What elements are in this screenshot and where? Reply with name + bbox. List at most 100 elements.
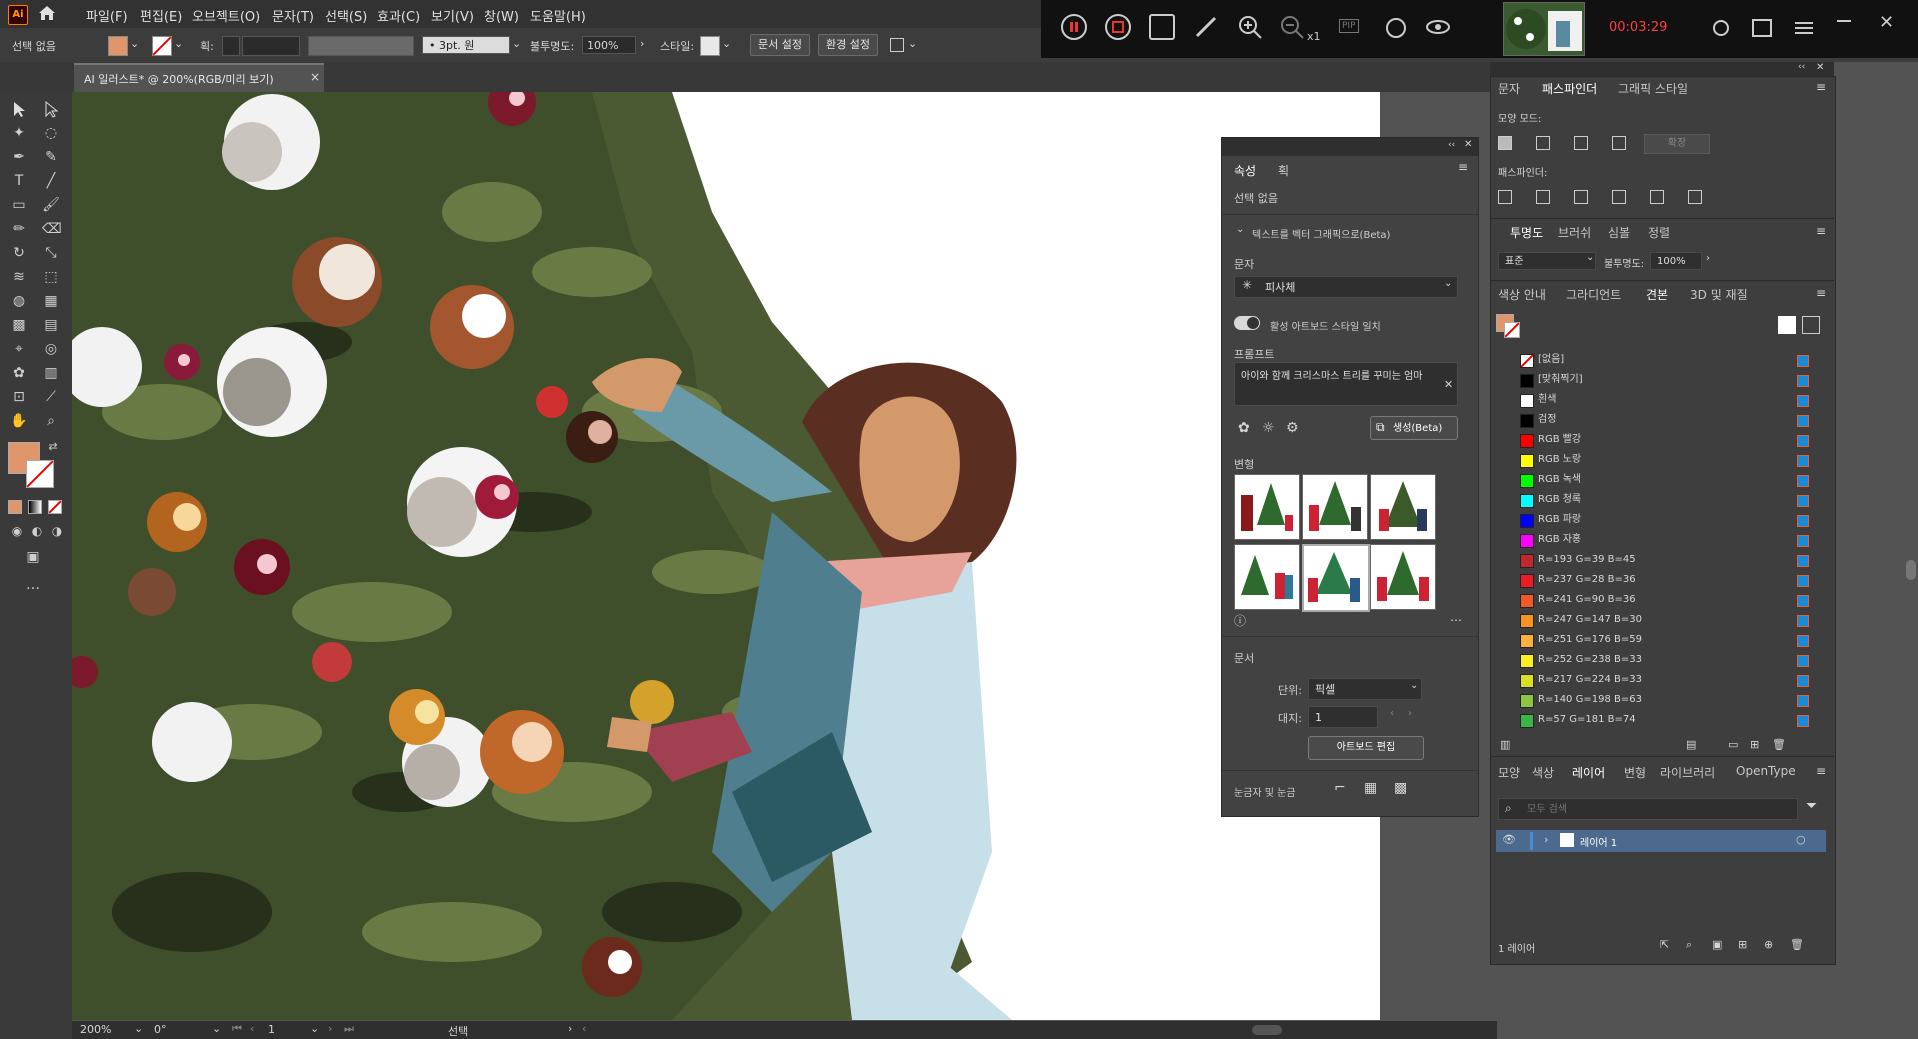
tab-stroke[interactable]: 획 [1278,162,1289,179]
chevron-down-icon[interactable]: ⌄ [1444,278,1452,289]
mesh-tool-icon[interactable]: ▩ [10,316,28,334]
intersect-icon[interactable] [1574,136,1588,150]
chevron-right-icon[interactable]: › [1544,833,1548,846]
last-artboard-icon[interactable]: ⏭ [344,1022,354,1036]
scroll-left-icon[interactable]: ‹ [582,1022,586,1035]
type-tool-icon[interactable]: T [10,172,28,190]
panel-menu-icon[interactable]: ≡ [1458,160,1468,174]
tab-gradient[interactable]: 그라디언트 [1566,286,1621,303]
swatch-row[interactable]: R=57 G=181 B=74 [1503,710,1823,730]
blend-tool-icon[interactable]: ◎ [42,340,60,358]
prev-artboard-icon[interactable]: ‹ [1390,708,1394,719]
tab-appearance[interactable]: 모양 [1498,764,1520,781]
settings-icon[interactable]: ⚙ [1286,420,1299,436]
close-icon[interactable]: ✕ [1464,139,1472,150]
rotation-field[interactable]: 0° [154,1023,167,1036]
next-artboard-icon[interactable]: › [1408,708,1412,719]
menu-view[interactable]: 보기(V) [431,6,474,25]
camera-icon[interactable] [1149,14,1175,40]
gradient-tool-icon[interactable]: ▤ [42,316,60,334]
variation-thumbnail[interactable] [1302,474,1368,540]
arrange-icon[interactable] [890,38,904,52]
direct-selection-tool-icon[interactable] [42,100,60,118]
locate-icon[interactable]: ⌕ [1686,938,1692,952]
document-tab[interactable]: AI 일러스트* @ 200%(RGB/미리 보기) × [74,63,324,93]
warp-tool-icon[interactable]: ≋ [10,268,28,286]
swatch-row[interactable]: R=247 G=147 B=30 [1503,610,1823,630]
prev-artboard-icon[interactable]: ‹ [250,1022,254,1035]
swatch-row[interactable]: RGB 빨강 [1503,430,1823,450]
swatch-row[interactable]: R=140 G=198 B=63 [1503,690,1823,710]
tab-libraries[interactable]: 라이브러리 [1660,764,1715,781]
panel-menu-icon[interactable]: ≡ [1816,764,1826,778]
chevron-down-icon[interactable]: ⌄ [722,37,731,50]
panel-menu-icon[interactable]: ≡ [1816,224,1826,238]
blend-mode-dropdown[interactable]: 표준 [1498,252,1596,270]
tab-color[interactable]: 색상 [1532,764,1554,781]
swatch-row[interactable]: R=217 G=224 B=33 [1503,670,1823,690]
tab-layers[interactable]: 레이어 [1572,764,1605,781]
menu-object[interactable]: 오브젝트(O) [192,6,260,25]
swatch-row[interactable]: R=241 G=90 B=36 [1503,590,1823,610]
symbol-sprayer-icon[interactable]: ✿ [10,364,28,382]
variation-thumbnail[interactable] [1234,474,1300,540]
layers-search-input[interactable] [1525,801,1789,817]
menu-type[interactable]: 문자(T) [272,6,314,25]
export-icon[interactable]: ⇱ [1660,938,1669,951]
free-transform-icon[interactable]: ⬚ [42,268,60,286]
stroke-stepper[interactable] [222,36,240,56]
clipping-mask-icon[interactable]: ▣ [1712,938,1722,951]
selection-tool-icon[interactable] [10,100,28,118]
new-sublayer-icon[interactable]: ⊞ [1738,938,1747,951]
opacity-field[interactable]: 100% [1650,252,1702,270]
shape-builder-icon[interactable]: ◍ [10,292,28,310]
fill-swatch[interactable] [108,36,128,56]
ruler-icon[interactable]: ⌐ [1334,780,1346,796]
tab-properties[interactable]: 속성 [1234,162,1256,179]
more-options-icon[interactable]: … [1450,610,1462,624]
tab-opentype[interactable]: OpenType [1736,764,1796,778]
preferences-button[interactable]: 환경 설정 [818,34,878,56]
chevron-down-icon[interactable]: ⌄ [310,1022,319,1035]
collapse-icon[interactable]: ‹‹ [1798,62,1805,72]
target-icon[interactable]: ○ [1796,833,1806,846]
zoom-field[interactable]: 200% [80,1023,111,1036]
eraser-icon[interactable]: ⌫ [42,220,62,238]
artboard-select[interactable]: 1 [1308,706,1378,728]
home-icon[interactable] [38,5,56,21]
new-layer-icon[interactable]: ⊕ [1764,938,1773,951]
tab-swatches[interactable]: 견본 [1646,286,1668,303]
clear-icon[interactable]: ✕ [1444,378,1453,391]
gradient-mode-icon[interactable] [28,500,42,514]
expand-button[interactable]: 확장 [1644,134,1710,154]
layer-name[interactable]: 레이어 1 [1580,834,1617,849]
line-tool-icon[interactable]: ╱ [42,172,60,190]
style-picker-icon[interactable]: ✿ [1238,420,1250,436]
menu-help[interactable]: 도움말(H) [530,6,586,25]
perspective-grid-icon[interactable]: ▦ [42,292,60,310]
swatch-row[interactable]: R=252 G=238 B=33 [1503,650,1823,670]
stroke-color-box[interactable] [26,460,54,488]
new-group-icon[interactable]: ▭ [1728,738,1738,751]
draw-mode-icon[interactable]: ◉ [8,522,26,540]
tab-align[interactable]: 정렬 [1648,224,1670,241]
next-artboard-icon[interactable]: › [328,1022,332,1035]
column-graph-icon[interactable]: ▥ [42,364,60,382]
rectangle-tool-icon[interactable]: ▭ [10,196,28,214]
variation-thumbnail-selected[interactable] [1302,544,1370,612]
zoom-in-icon[interactable] [1237,14,1263,40]
unit-dropdown[interactable]: 픽셀 [1308,678,1422,700]
chevron-down-icon[interactable]: ⌄ [1236,224,1244,235]
panel-menu-icon[interactable]: ≡ [1816,80,1826,94]
unite-icon[interactable] [1498,136,1512,150]
pencil-icon[interactable] [1193,14,1219,40]
stop-icon[interactable] [1105,14,1131,40]
minimize-icon[interactable] [1837,20,1851,22]
chevron-right-icon[interactable]: › [640,37,644,50]
style-swatch[interactable] [700,36,720,56]
minus-front-icon[interactable] [1536,136,1550,150]
slice-tool-icon[interactable]: ⟋ [42,388,60,406]
stroke-swatch[interactable] [152,36,172,56]
pen-tool-icon[interactable]: ✒ [10,148,28,166]
chevron-down-icon[interactable]: ⌄ [130,37,139,50]
